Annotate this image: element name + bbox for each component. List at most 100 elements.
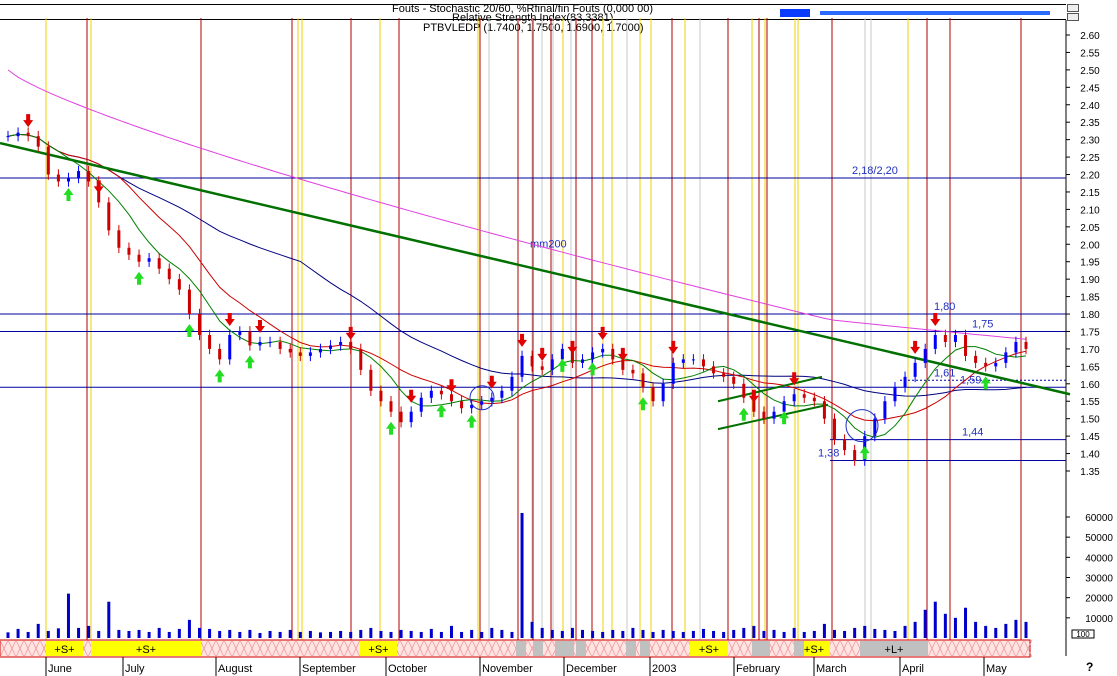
month-label: May — [986, 663, 1007, 675]
buy-arrow-icon — [738, 407, 749, 421]
price-tick-label: 1.50 — [1080, 415, 1100, 426]
month-label: March — [816, 663, 847, 675]
month-label: August — [218, 663, 252, 675]
candle-body — [439, 390, 443, 395]
price-tick-label: 1.80 — [1080, 310, 1100, 321]
candle-body — [268, 341, 272, 343]
candle-body — [1024, 341, 1028, 349]
candle-body — [701, 359, 705, 367]
volume-bar — [77, 627, 81, 638]
volume-bar — [46, 630, 50, 638]
volume-bar — [822, 623, 826, 638]
candle-body — [782, 401, 786, 412]
candle-body — [46, 146, 50, 175]
volume-bar — [298, 631, 302, 638]
volume-bar — [712, 630, 716, 638]
buy-arrow-icon — [184, 324, 195, 338]
candle-body — [641, 373, 645, 388]
candle-body — [77, 171, 81, 179]
sell-arrow-icon — [446, 379, 457, 393]
candle-body — [258, 341, 262, 346]
candle-body — [298, 352, 302, 356]
candle-body — [722, 373, 726, 377]
price-tick-label: 1.65 — [1080, 362, 1100, 373]
signal-neutral-box — [640, 641, 650, 656]
month-label: July — [125, 663, 145, 675]
volume-bar — [923, 609, 927, 638]
volume-bar — [157, 627, 161, 638]
candle-body — [218, 348, 222, 360]
help-icon[interactable]: ? — [1086, 660, 1093, 674]
moving-average-line — [7, 69, 1027, 340]
candle-body — [540, 366, 544, 370]
candle-body — [228, 334, 232, 360]
volume-bar — [349, 631, 353, 638]
volume-bar — [117, 629, 121, 638]
candle-body — [137, 254, 141, 262]
month-label: 2003 — [652, 663, 676, 675]
price-tick-label: 2.55 — [1080, 48, 1100, 59]
volume-bar — [500, 629, 504, 638]
volume-bar — [490, 627, 494, 638]
candle-body — [772, 411, 776, 419]
sell-arrow-icon — [930, 312, 941, 326]
candle-body — [369, 369, 373, 391]
candle-body — [832, 418, 836, 440]
signal-neutral-box — [626, 641, 636, 656]
volume-bar — [439, 631, 443, 638]
volume-tick-label: 10000 — [1085, 614, 1113, 625]
volume-bar — [691, 630, 695, 638]
volume-bar — [470, 629, 474, 638]
volume-bar — [671, 630, 675, 638]
signal-label: +S+ — [699, 644, 719, 656]
volume-bar — [974, 621, 978, 638]
candle-body — [490, 397, 494, 402]
candle-body — [621, 359, 625, 370]
signal-label: +L+ — [885, 644, 904, 656]
volume-tick-label: 30000 — [1085, 574, 1113, 585]
price-tick-label: 2.30 — [1080, 136, 1100, 147]
volume-bar — [873, 628, 877, 638]
volume-bar — [36, 623, 40, 638]
price-tick-label: 2.05 — [1080, 223, 1100, 234]
sell-arrow-icon — [406, 389, 417, 403]
candle-body — [691, 359, 695, 361]
price-tick-label: 2.45 — [1080, 83, 1100, 94]
month-label: February — [736, 663, 781, 675]
volume-bar — [772, 629, 776, 638]
candle-body — [792, 394, 796, 402]
price-tick-label: 2.50 — [1080, 66, 1100, 77]
candle-body — [26, 132, 30, 137]
candle-body — [379, 390, 383, 402]
candle-body — [198, 314, 202, 335]
chart-canvas: 2.60 2.55 2.50 2.45 2.40 2.35 2.30 2.25 2.20 2.15… — [0, 18, 1113, 676]
sell-arrow-icon — [93, 180, 104, 194]
candle-body — [591, 352, 595, 360]
volume-bar — [762, 630, 766, 638]
signal-label: +S+ — [54, 644, 74, 656]
volume-bar — [853, 627, 857, 638]
volume-bar — [722, 631, 726, 638]
volume-bar — [651, 631, 655, 638]
buy-arrow-icon — [466, 414, 477, 428]
buy-arrow-icon — [214, 369, 225, 383]
candle-body — [661, 383, 665, 402]
candle-body — [933, 334, 937, 349]
volume-bar — [399, 629, 403, 638]
volume-bar — [177, 628, 181, 638]
volume-bar — [782, 631, 786, 638]
volume-bar — [681, 631, 685, 638]
candle-body — [238, 331, 242, 335]
volume-bar — [379, 630, 383, 638]
sell-arrow-icon — [910, 340, 921, 354]
volume-bar — [530, 621, 534, 638]
candle-body — [248, 331, 252, 346]
price-tick-label: 2.60 — [1080, 31, 1100, 42]
volume-bar — [97, 630, 101, 638]
price-tick-label: 1.70 — [1080, 345, 1100, 356]
candle-body — [278, 341, 282, 349]
candle-body — [550, 359, 554, 370]
candle-body — [460, 401, 464, 409]
volume-bar — [258, 632, 262, 638]
candle-body — [339, 341, 343, 346]
